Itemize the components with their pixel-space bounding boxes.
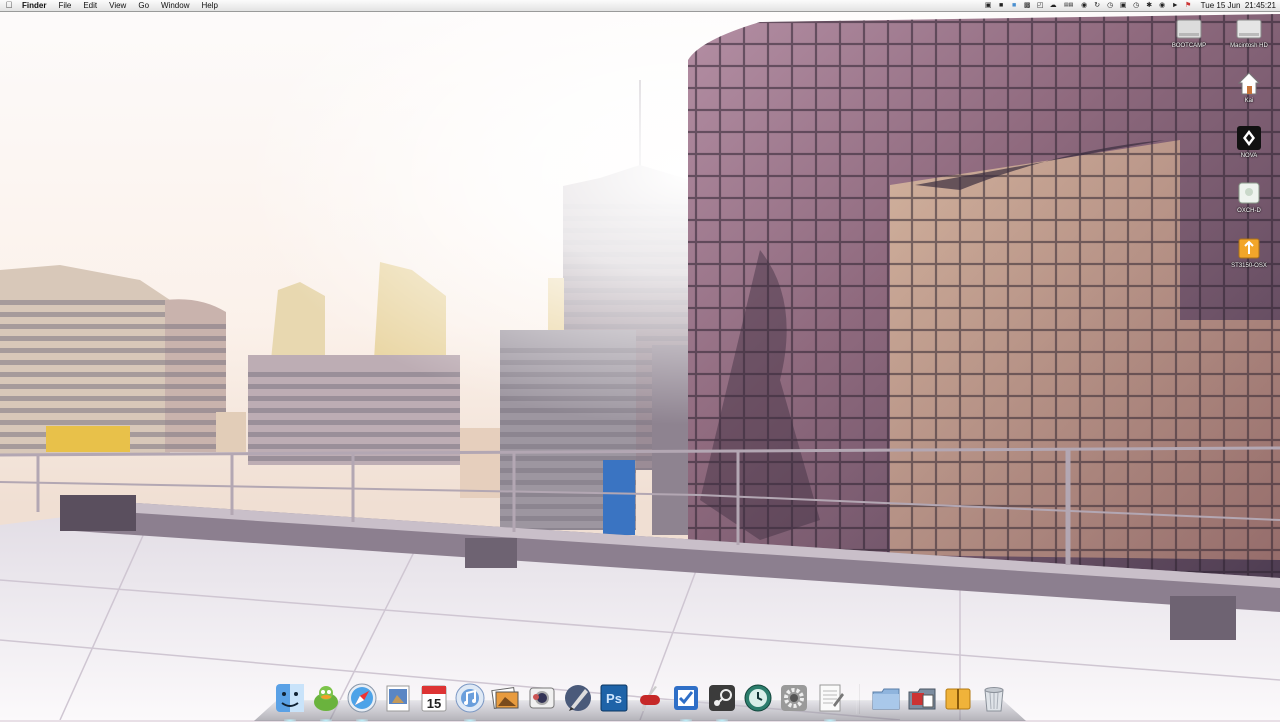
desktop-icon-oxch-d[interactable]: OXCH-D — [1221, 180, 1277, 214]
iphoto-icon — [491, 686, 519, 710]
screen-sharing-icon[interactable]: ▣ — [984, 2, 993, 10]
desktop-icon-nova[interactable]: NOVA — [1221, 125, 1277, 159]
dock-photo-booth[interactable] — [526, 682, 558, 714]
dock-separator — [856, 684, 860, 714]
dock-preview[interactable] — [382, 682, 414, 714]
menu-go[interactable]: Go — [132, 0, 155, 11]
volume-icon[interactable]: ► — [1171, 2, 1180, 10]
desktop-icon-kai[interactable]: Kai — [1221, 70, 1277, 104]
dock-tool[interactable] — [634, 682, 666, 714]
calendar-icon: 15 — [421, 685, 447, 712]
checkbox-icon — [674, 686, 698, 710]
dock: 15 Ps — [272, 674, 1012, 722]
menu-window[interactable]: Window — [155, 0, 195, 11]
sync-icon[interactable]: ↻ — [1093, 2, 1102, 10]
desktop-icon-label: Macintosh HD — [1230, 43, 1268, 49]
dock-time-machine[interactable] — [742, 682, 774, 714]
app-icon[interactable]: ▩ — [1023, 2, 1032, 10]
finder-icon — [276, 684, 304, 712]
adium-duck-icon — [314, 686, 338, 711]
dock-finder[interactable] — [274, 682, 306, 722]
clock-icon[interactable]: ◷ — [1132, 2, 1141, 10]
app-icon[interactable]: ■ — [1010, 2, 1019, 10]
gear-icon — [781, 685, 807, 711]
status-area: ▣ ■ ■ ▩ ◰ ☁ ▤▤ ◉ ↻ ◷ ▣ ◷ ✱ ◉ ► ⚑ Tue 15 … — [982, 0, 1280, 11]
menu-help[interactable]: Help — [195, 0, 223, 11]
photoshop-badge: Ps — [606, 691, 622, 706]
trash-icon — [984, 687, 1004, 712]
document-icon — [819, 684, 844, 712]
pen-brush-icon — [565, 685, 591, 711]
preview-icon — [386, 685, 410, 712]
steam-icon — [709, 685, 735, 711]
desktop-icon-label: ST3150-OSX — [1231, 263, 1267, 269]
desktop-icon-bootcamp[interactable]: BOOTCAMP — [1161, 15, 1217, 49]
menu-bar:  Finder File Edit View Go Window Help ▣… — [0, 0, 1280, 12]
usb-drive-icon — [1236, 235, 1262, 261]
calendar-day: 15 — [427, 696, 441, 711]
desktop-icon-label: Kai — [1244, 98, 1254, 104]
menu-file[interactable]: File — [52, 0, 77, 11]
desktop-icon-label: BOOTCAMP — [1171, 43, 1207, 49]
downloads-folder-icon — [908, 688, 936, 710]
photo-booth-icon — [529, 687, 555, 709]
applications-folder-icon — [945, 688, 971, 710]
dock-safari[interactable] — [346, 682, 378, 722]
desktop-icon-st3150-osx[interactable]: ST3150-OSX — [1221, 235, 1277, 269]
dock-photoshop[interactable]: Ps — [598, 682, 630, 714]
app-icon[interactable]: ◰ — [1036, 2, 1045, 10]
wifi-icon[interactable]: ◉ — [1158, 2, 1167, 10]
time-machine-icon[interactable]: ◷ — [1106, 2, 1115, 10]
dock-ical[interactable]: 15 — [418, 682, 450, 714]
apple-menu-icon[interactable]:  — [0, 0, 18, 11]
menu-clock[interactable]: Tue 15 Jun 21:45:21 — [1195, 0, 1276, 11]
external-drive-icon — [1236, 180, 1262, 206]
swiss-knife-icon — [640, 686, 660, 711]
cpu-meter-icon[interactable]: ▤▤ — [1062, 2, 1076, 10]
flag-icon[interactable]: ⚑ — [1184, 2, 1193, 10]
glass-tower — [688, 14, 1280, 580]
lock-icon[interactable]: ▣ — [1119, 2, 1128, 10]
dock-downloads-stack[interactable] — [906, 682, 938, 714]
dock-applications-stack[interactable] — [942, 682, 974, 714]
itunes-icon — [455, 683, 485, 713]
dock-pixelmator[interactable] — [562, 682, 594, 714]
hard-drive-icon — [1176, 15, 1202, 41]
hard-drive-icon — [1236, 15, 1262, 41]
cloud-icon[interactable]: ☁ — [1049, 2, 1058, 10]
disk-image-icon — [1236, 125, 1262, 151]
desktop-icon-macintosh-hd[interactable]: Macintosh HD — [1221, 15, 1277, 49]
dock-system-preferences[interactable] — [778, 682, 810, 714]
desktop-icon-label: NOVA — [1240, 153, 1258, 159]
safari-compass-icon — [347, 683, 377, 713]
dock-things[interactable] — [670, 682, 702, 722]
menu-edit[interactable]: Edit — [77, 0, 103, 11]
dock-steam[interactable] — [706, 682, 738, 722]
dock-trash[interactable] — [978, 682, 1010, 714]
dock-documents-stack[interactable] — [870, 682, 902, 714]
dock-itunes[interactable] — [454, 682, 486, 722]
time-machine-icon — [744, 684, 772, 712]
dock-adium[interactable] — [310, 682, 342, 722]
folder-icon — [872, 688, 900, 710]
dock-iphoto[interactable] — [490, 682, 522, 714]
desktop-icon-label: OXCH-D — [1237, 208, 1261, 214]
home-folder-icon — [1236, 70, 1262, 96]
dock-textedit[interactable] — [814, 682, 846, 722]
desktop-wallpaper — [0, 0, 1280, 720]
growl-icon[interactable]: ◉ — [1080, 2, 1089, 10]
photoshop-icon: Ps — [600, 684, 628, 712]
bluetooth-icon[interactable]: ✱ — [1145, 2, 1154, 10]
menu-view[interactable]: View — [103, 0, 132, 11]
app-icon[interactable]: ■ — [997, 2, 1006, 10]
menu-finder[interactable]: Finder — [18, 0, 52, 11]
